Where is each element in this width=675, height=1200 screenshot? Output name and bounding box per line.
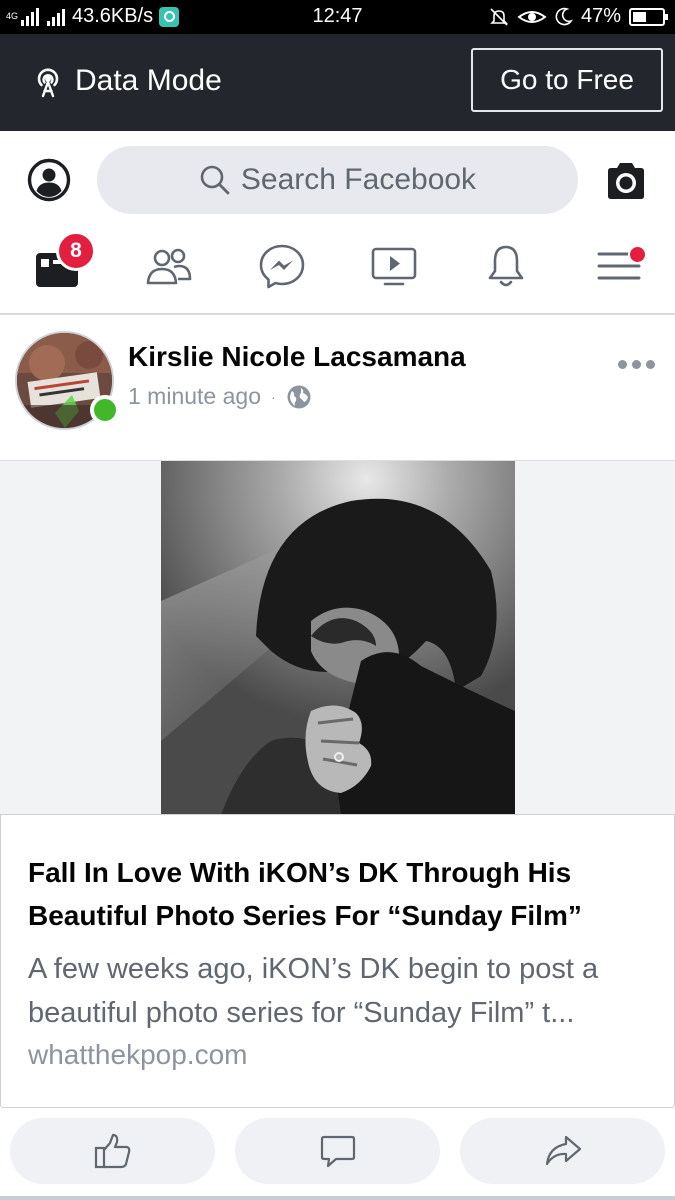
messenger-icon[interactable]: [257, 241, 307, 291]
online-status-dot: [90, 395, 120, 425]
eye-icon: [517, 10, 547, 23]
friends-icon[interactable]: [144, 241, 194, 291]
nav-tabs: [0, 231, 675, 305]
post-meta: 1 minute ago ·: [128, 383, 312, 410]
battery-icon: [629, 7, 668, 26]
share-icon: [545, 1135, 581, 1166]
news-feed-badge: 8: [56, 231, 96, 271]
link-preview-image-area[interactable]: [0, 460, 675, 815]
notifications-icon[interactable]: [481, 241, 531, 291]
status-bar-right: 47%: [489, 5, 668, 28]
share-button[interactable]: [460, 1118, 665, 1184]
search-bar[interactable]: Search Facebook: [97, 146, 578, 214]
profile-icon[interactable]: [27, 158, 71, 202]
link-description: A few weeks ago, iKON’s DK begin to post…: [28, 953, 599, 1029]
search-icon: [200, 165, 230, 195]
comment-icon: [320, 1135, 355, 1168]
broadcast-icon: [37, 68, 59, 98]
globe-icon: [287, 385, 311, 408]
camera-icon[interactable]: [604, 161, 648, 201]
photo-graphic: [161, 461, 515, 815]
menu-notification-dot: [628, 245, 647, 264]
moon-icon: [555, 7, 573, 25]
post-options-button[interactable]: [616, 355, 656, 373]
data-mode-bar: Data Mode Go to Free: [0, 34, 675, 131]
go-to-free-button[interactable]: Go to Free: [471, 48, 663, 112]
data-mode-label: Data Mode: [75, 64, 222, 97]
app-header: Search Facebook 8: [0, 131, 675, 315]
link-preview-card[interactable]: Fall In Love With iKON’s DK Through His …: [0, 814, 675, 1108]
meta-separator: ·: [270, 388, 276, 405]
link-title[interactable]: Fall In Love With iKON’s DK Through His …: [28, 851, 653, 937]
status-bar: 4G 43.6KB/s 12:47 47%: [0, 0, 675, 34]
battery-percent: 47%: [580, 5, 621, 27]
post-timestamp[interactable]: 1 minute ago: [128, 383, 261, 410]
post-author-name[interactable]: Kirslie Nicole Lacsamana: [128, 341, 466, 373]
watch-icon[interactable]: [369, 241, 419, 291]
post-actions-bar: [0, 1108, 675, 1200]
search-placeholder: Search Facebook: [240, 163, 477, 196]
battery-level: [633, 11, 647, 22]
link-preview-photo: [161, 461, 515, 815]
mute-bell-icon: [490, 7, 508, 26]
post-header: Kirslie Nicole Lacsamana 1 minute ago ·: [0, 317, 675, 459]
like-icon: [94, 1133, 130, 1169]
link-domain: whatthekpop.com: [28, 1039, 248, 1070]
like-button[interactable]: [10, 1118, 215, 1184]
comment-button[interactable]: [235, 1118, 440, 1184]
